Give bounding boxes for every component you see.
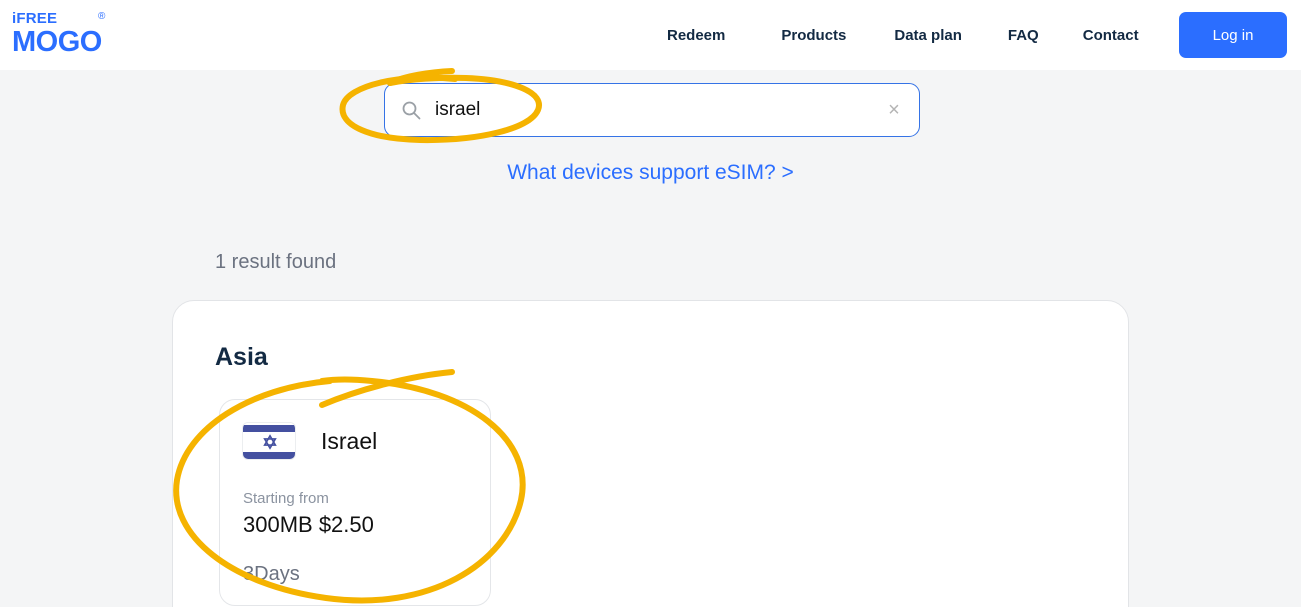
search-box[interactable]: × — [384, 83, 920, 137]
main-navigation: Redeem Products Data plan FAQ Contact — [655, 0, 1139, 70]
starting-from-label: Starting from — [243, 490, 329, 507]
logo[interactable]: iFREE MOGO ® — [12, 11, 122, 59]
nav-item-redeem[interactable]: Redeem — [667, 27, 725, 44]
result-count: 1 result found — [215, 251, 337, 273]
logo-bottom-text: MOGO — [12, 26, 102, 58]
search-icon — [401, 100, 421, 120]
nav-item-contact[interactable]: Contact — [1083, 27, 1139, 44]
country-card-header: Israel — [242, 422, 377, 460]
country-name: Israel — [321, 427, 378, 454]
site-header: iFREE MOGO ® Redeem Products Data plan F… — [0, 0, 1301, 70]
nav-item-faq[interactable]: FAQ — [1008, 27, 1039, 44]
esim-support-link[interactable]: What devices support eSIM? > — [0, 161, 1301, 185]
country-card-israel[interactable]: Israel Starting from 300MB $2.50 3Days — [219, 399, 491, 606]
israel-flag-icon — [242, 422, 296, 460]
registered-trademark-icon: ® — [98, 11, 106, 22]
close-icon[interactable]: × — [883, 99, 905, 121]
nav-item-data-plan[interactable]: Data plan — [894, 27, 962, 44]
country-price: 300MB $2.50 — [243, 512, 374, 537]
region-card-asia: Asia Israel Starting from 300MB $2.50 3D… — [172, 300, 1129, 607]
country-duration: 3Days — [243, 563, 300, 585]
login-button[interactable]: Log in — [1179, 12, 1287, 58]
region-title: Asia — [215, 343, 268, 371]
search-input[interactable] — [435, 95, 883, 125]
nav-item-products[interactable]: Products — [781, 27, 846, 44]
logo-top-text: iFREE — [12, 10, 58, 27]
